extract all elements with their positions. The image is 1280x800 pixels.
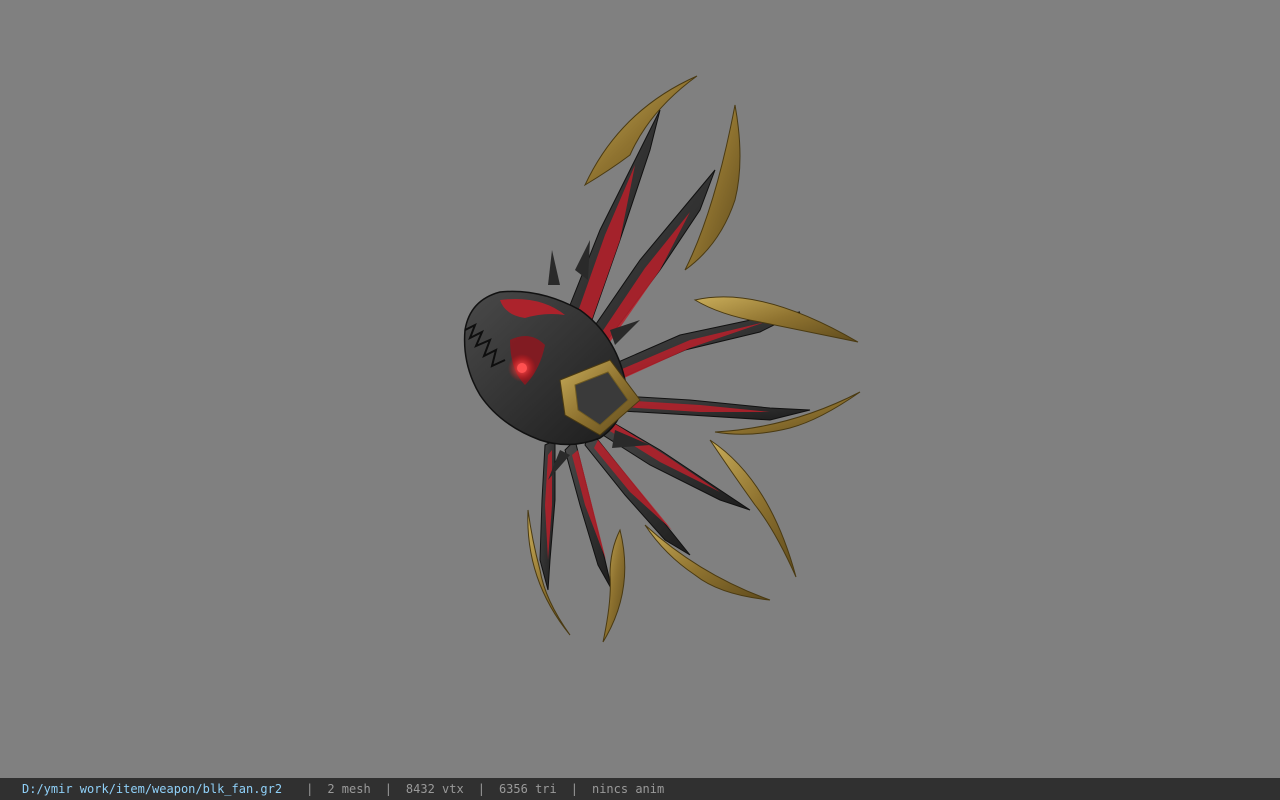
fan-blade (599, 296, 859, 386)
status-bar: D:/ymir work/item/weapon/blk_fan.gr2 | 2… (0, 778, 1280, 800)
animation-status-label: nincs anim (591, 782, 665, 796)
mesh-count-label: 2 mesh (327, 782, 371, 796)
status-separator: | (570, 782, 578, 796)
3d-viewport[interactable] (0, 0, 1280, 778)
status-separator: | (477, 782, 485, 796)
file-path-label: D:/ymir work/item/weapon/blk_fan.gr2 (22, 782, 283, 796)
fan-blade (604, 391, 861, 435)
weapon-model-render (463, 75, 861, 643)
status-separator: | (384, 782, 392, 796)
triangle-count-label: 6356 tri (498, 782, 557, 796)
fan-blade (527, 439, 571, 636)
status-separator: | (306, 782, 314, 796)
vertex-count-label: 8432 vtx (405, 782, 464, 796)
